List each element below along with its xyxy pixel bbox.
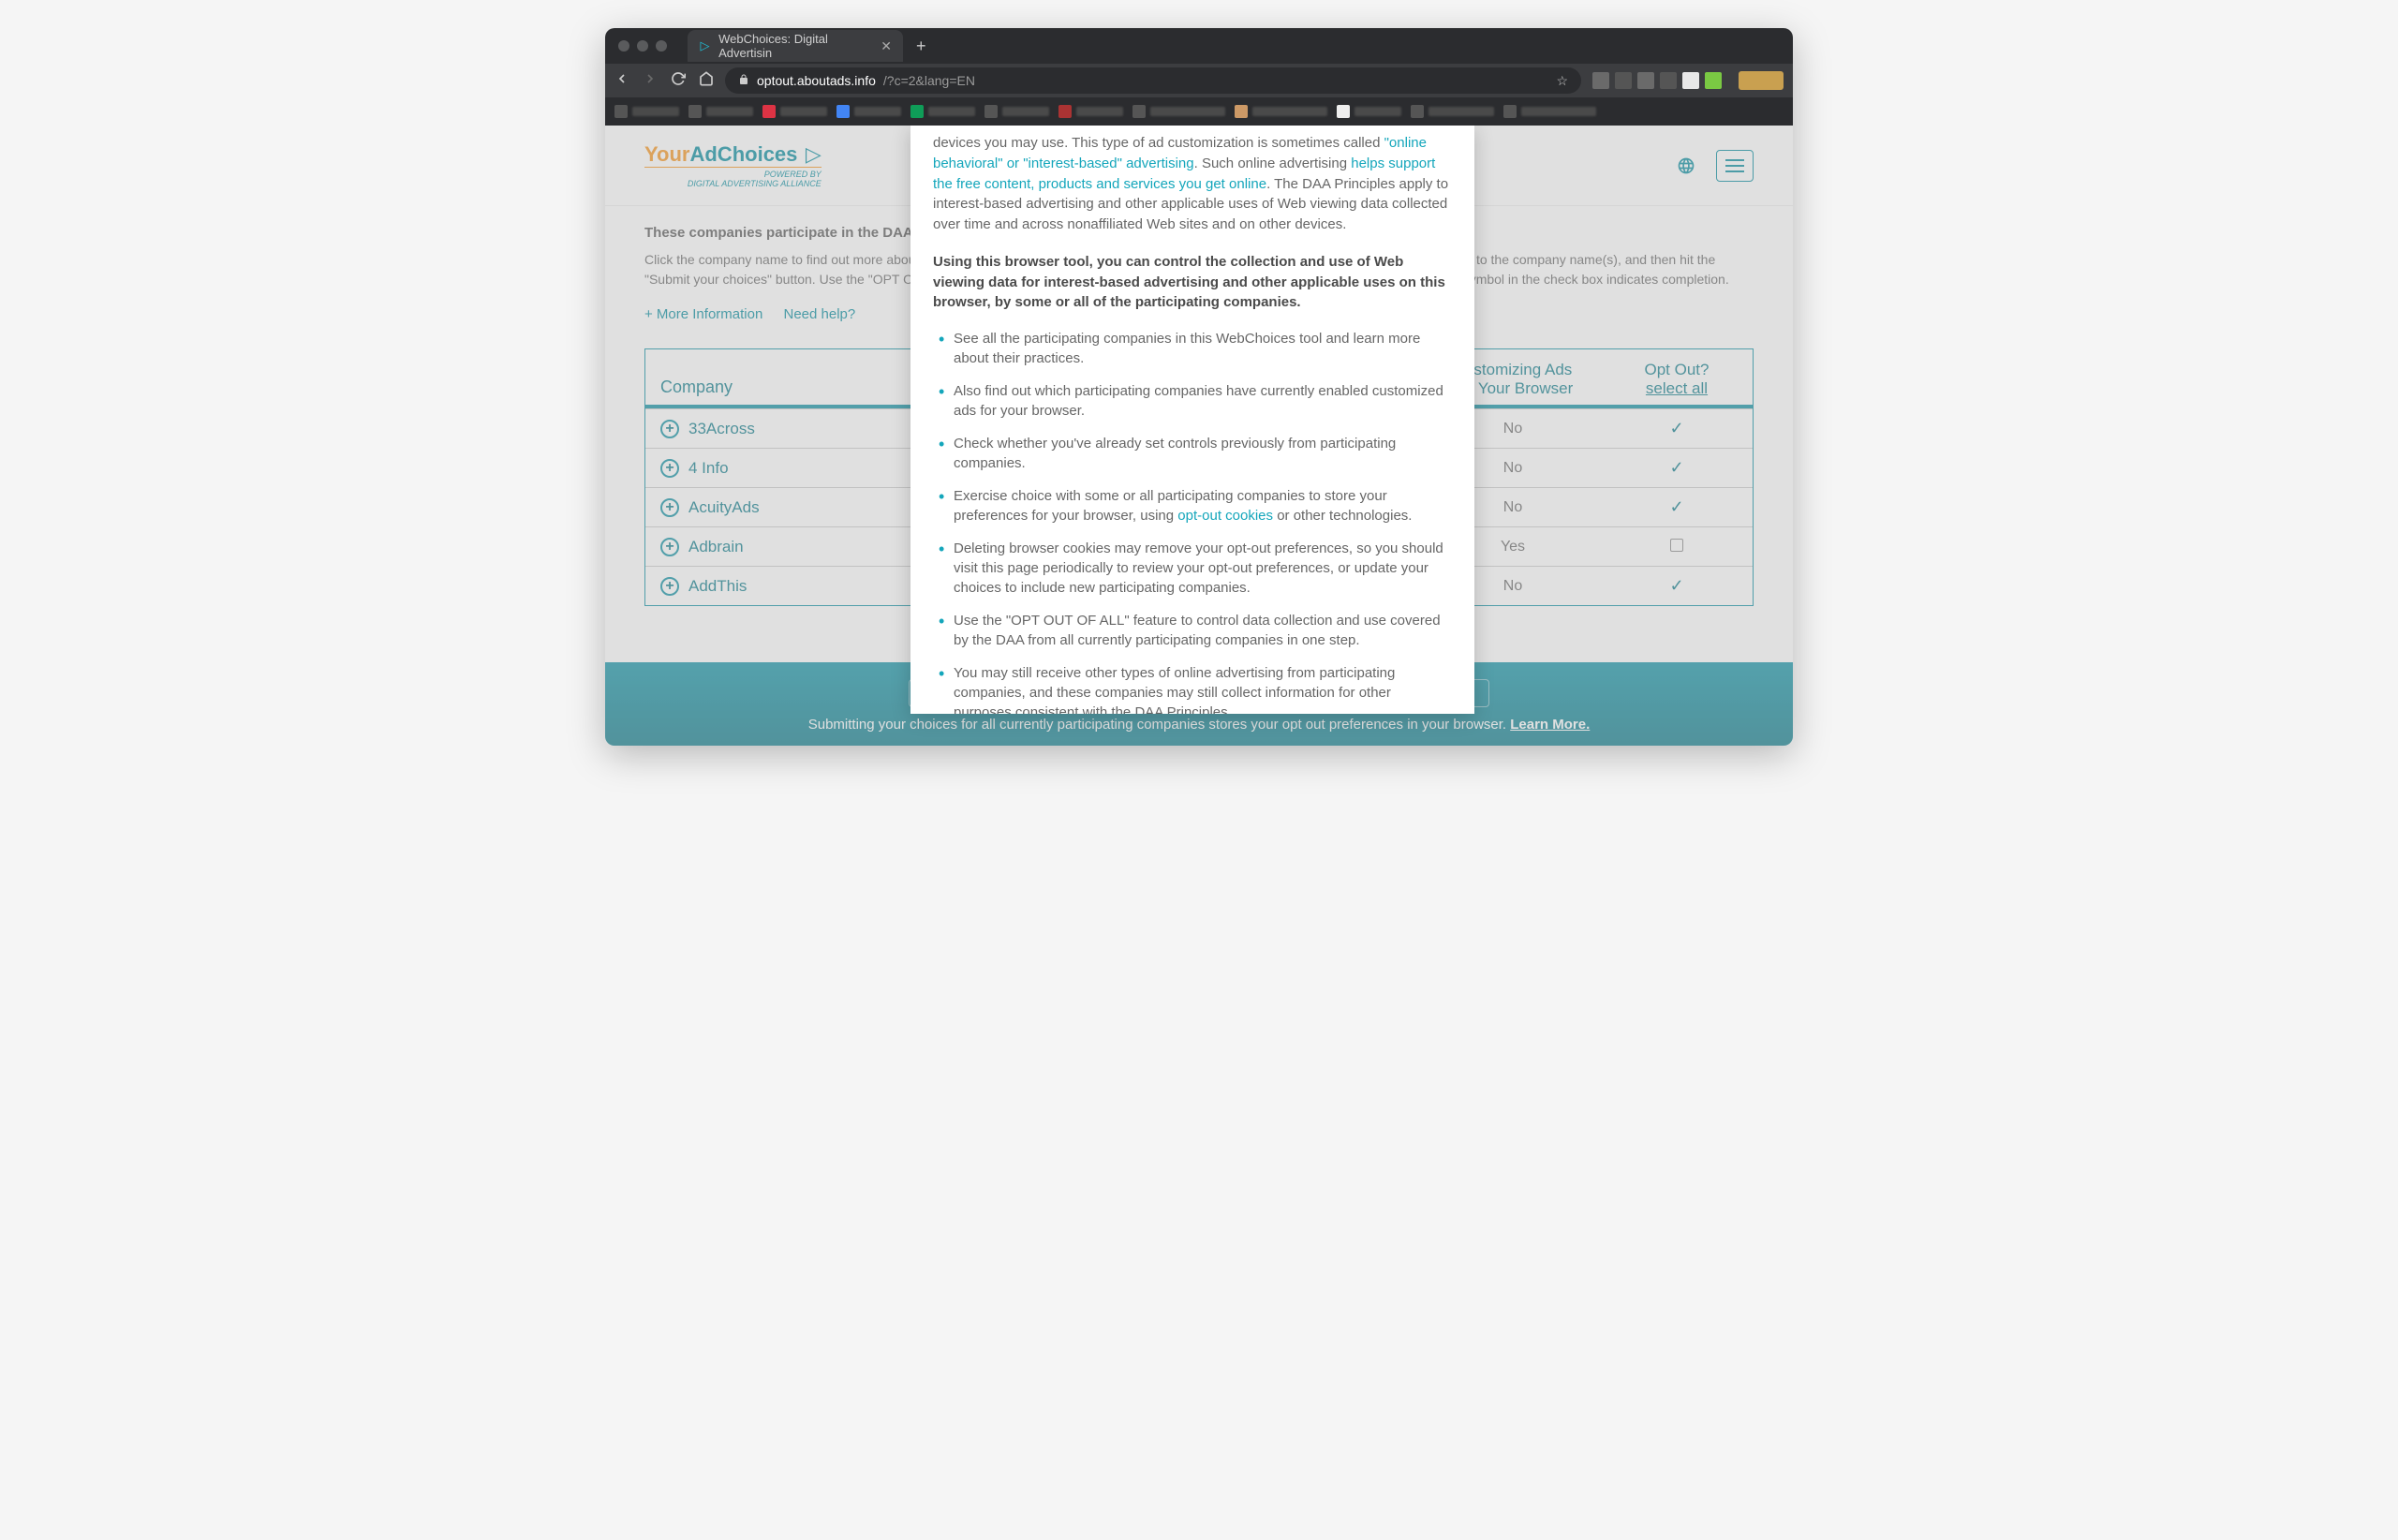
bookmark-item[interactable] xyxy=(688,105,753,118)
forward-button[interactable] xyxy=(643,71,658,91)
bookmark-item[interactable] xyxy=(762,105,827,118)
profile-button[interactable] xyxy=(1739,71,1784,90)
extension-icon[interactable] xyxy=(1682,72,1699,89)
tab-title: WebChoices: Digital Advertisin xyxy=(718,32,873,60)
extension-icon[interactable] xyxy=(1660,72,1677,89)
bookmark-item[interactable] xyxy=(836,105,901,118)
titlebar: ▷ WebChoices: Digital Advertisin ✕ + xyxy=(605,28,1793,64)
bookmark-item[interactable] xyxy=(910,105,975,118)
close-tab-icon[interactable]: ✕ xyxy=(881,38,892,54)
modal-bold: Using this browser tool, you can control… xyxy=(933,252,1452,313)
home-button[interactable] xyxy=(699,71,714,91)
extension-icon[interactable] xyxy=(1705,72,1722,89)
maximize-window-icon[interactable] xyxy=(656,40,667,52)
bullet-6: Use the "OPT OUT OF ALL" feature to cont… xyxy=(939,604,1452,657)
url-path: /?c=2&lang=EN xyxy=(883,73,975,88)
bookmarks-bar xyxy=(605,97,1793,126)
bullet-3: Check whether you've already set control… xyxy=(939,427,1452,480)
bookmark-item[interactable] xyxy=(614,105,679,118)
opt-out-cookies-link[interactable]: opt-out cookies xyxy=(1177,508,1273,524)
bookmark-item[interactable] xyxy=(1503,105,1596,118)
bookmark-item[interactable] xyxy=(1058,105,1123,118)
modal-bullets: See all the participating companies in t… xyxy=(939,322,1452,714)
tab-favicon-icon: ▷ xyxy=(699,39,711,52)
minimize-window-icon[interactable] xyxy=(637,40,648,52)
bookmark-star-icon[interactable]: ☆ xyxy=(1556,73,1568,89)
browser-toolbar: optout.aboutads.info /?c=2&lang=EN ☆ xyxy=(605,64,1793,97)
lock-icon xyxy=(738,74,749,88)
bullet-2: Also find out which participating compan… xyxy=(939,375,1452,427)
extension-icon[interactable] xyxy=(1615,72,1632,89)
extensions xyxy=(1592,72,1722,89)
address-bar[interactable]: optout.aboutads.info /?c=2&lang=EN ☆ xyxy=(725,67,1581,94)
bullet-5: Deleting browser cookies may remove your… xyxy=(939,532,1452,604)
bookmark-item[interactable] xyxy=(1337,105,1401,118)
new-tab-button[interactable]: + xyxy=(903,37,940,56)
back-button[interactable] xyxy=(614,71,629,91)
extension-icon[interactable] xyxy=(1592,72,1609,89)
bullet-1: See all the participating companies in t… xyxy=(939,322,1452,375)
bullet-4: Exercise choice with some or all partici… xyxy=(939,480,1452,532)
traffic-lights xyxy=(605,40,680,52)
bookmark-item[interactable] xyxy=(1235,105,1327,118)
info-modal: devices you may use. This type of ad cus… xyxy=(910,126,1474,714)
browser-window: ▷ WebChoices: Digital Advertisin ✕ + xyxy=(605,28,1793,746)
bookmark-item[interactable] xyxy=(984,105,1049,118)
bookmark-item[interactable] xyxy=(1411,105,1494,118)
bullet-7: You may still receive other types of onl… xyxy=(939,657,1452,714)
url-host: optout.aboutads.info xyxy=(757,73,876,88)
reload-button[interactable] xyxy=(671,71,686,91)
bookmark-item[interactable] xyxy=(1132,105,1225,118)
extension-icon[interactable] xyxy=(1637,72,1654,89)
modal-p1: devices you may use. This type of ad cus… xyxy=(933,133,1452,235)
page-viewport: YourAdChoices ▷ POWERED BY DIGITAL ADVER… xyxy=(605,126,1793,746)
close-window-icon[interactable] xyxy=(618,40,629,52)
browser-tab[interactable]: ▷ WebChoices: Digital Advertisin ✕ xyxy=(688,30,903,62)
